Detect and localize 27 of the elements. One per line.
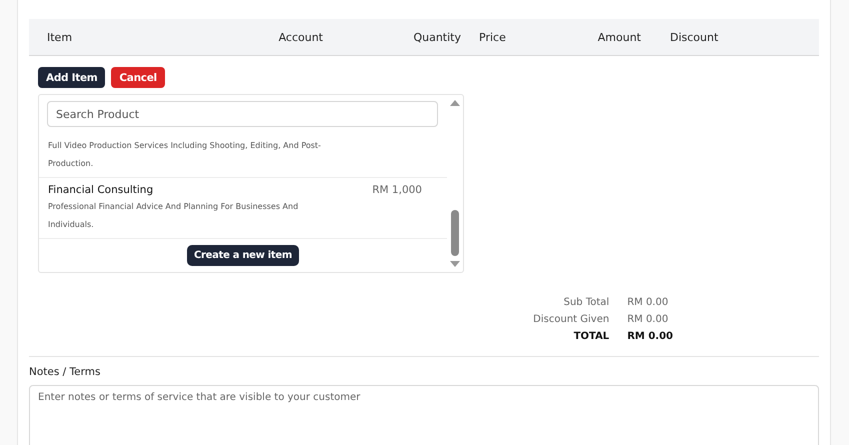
total-value: RM 0.00: [627, 296, 670, 310]
add-item-button[interactable]: Add Item: [38, 67, 106, 88]
column-header: Item: [46, 30, 74, 44]
notes-field[interactable]: Enter notes or terms of service that are visible to your customer: [29, 385, 819, 445]
column-header: Discount: [669, 30, 720, 44]
scrollbar-thumb[interactable]: [451, 210, 459, 256]
total-value: RM 0.00: [627, 313, 670, 327]
column-header: Amount: [596, 30, 642, 44]
column-header: Quantity: [412, 30, 462, 44]
create-item-button[interactable]: Create a new item: [186, 245, 299, 266]
total-label: Sub Total: [562, 296, 610, 310]
notes-label: Notes / Terms: [29, 366, 102, 378]
cancel-button[interactable]: Cancel: [111, 67, 165, 88]
column-header: Account: [278, 30, 324, 44]
column-header: Price: [478, 30, 507, 44]
total-label: TOTAL: [572, 330, 610, 344]
scroll-up-icon[interactable]: [450, 100, 460, 106]
product-name: Financial Consulting: [48, 184, 154, 196]
product-description: Professional Financial Advice And Planning For Businesses And Individuals.: [48, 201, 300, 231]
product-option[interactable]: Financial Consulting RM 1,000 Professional Financial Advice And Planning For Businesses And Individuals.: [39, 178, 447, 239]
product-description: Full Video Production Services Including Shooting, Editing, And Post-Production.: [48, 140, 322, 170]
total-label: Discount Given: [533, 313, 610, 327]
product-price: RM 1,000: [372, 184, 423, 196]
product-option[interactable]: Full Video Production Services Including Shooting, Editing, And Post-Production.: [39, 129, 447, 178]
total-value: RM 0.00: [627, 330, 673, 344]
scroll-down-icon[interactable]: [450, 261, 460, 267]
search-field[interactable]: Search Product: [47, 101, 438, 127]
